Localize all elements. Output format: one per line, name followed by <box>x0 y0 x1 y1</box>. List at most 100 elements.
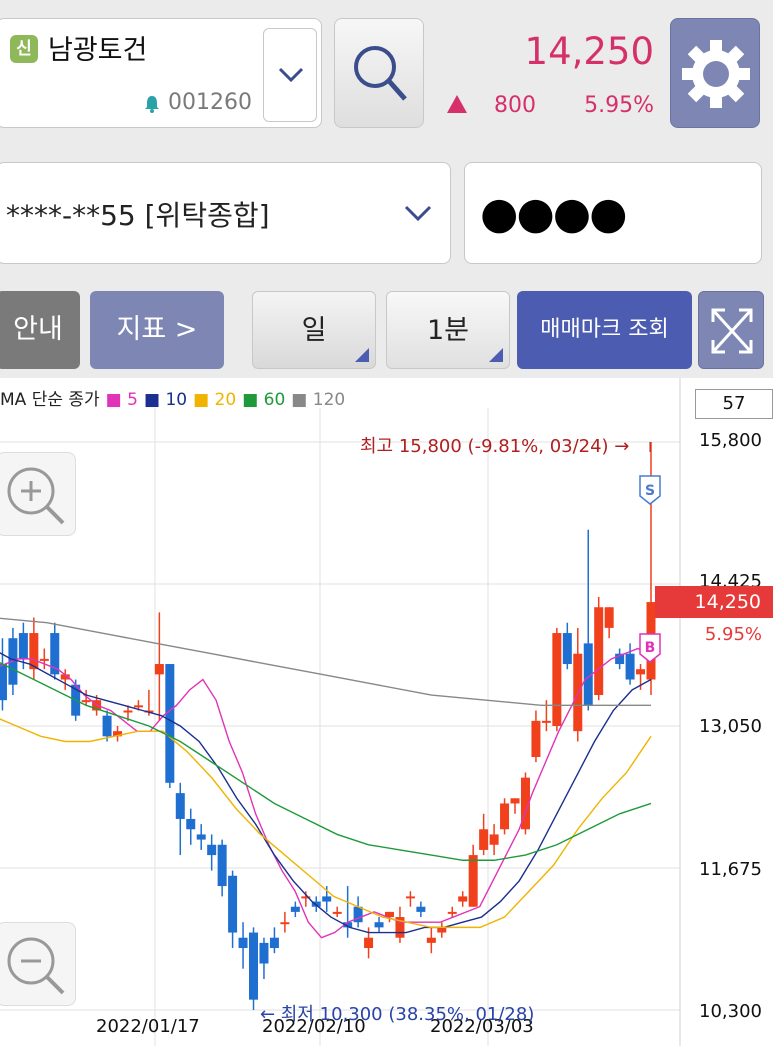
current-price-tag-percent: 5.95% <box>704 624 762 645</box>
candle-body <box>196 834 206 840</box>
legend-prefix: MA 단순 종가 <box>0 390 100 410</box>
candle-body <box>426 937 436 943</box>
chevron-down-icon <box>278 67 304 83</box>
candle-body <box>39 658 49 661</box>
candle-body <box>259 942 269 964</box>
indicator-button[interactable]: 지표 > <box>90 291 224 369</box>
low-annotation: ← 최저 10,300 (38.35%, 01/28) <box>260 1004 535 1025</box>
period-select[interactable]: 일 <box>252 291 376 369</box>
current-price: 14,250 <box>524 30 654 73</box>
legend-ma-60: ■ 60 <box>242 390 285 410</box>
candle-body <box>332 911 342 914</box>
candle-body <box>249 932 259 1000</box>
y-tick-label: 11,675 <box>699 859 762 880</box>
legend-ma-5: ■ 5 <box>106 390 138 410</box>
settings-button[interactable] <box>670 18 760 128</box>
candlestick-chart[interactable]: SB <box>0 378 773 1046</box>
ma-legend: MA 단순 종가 ■ 5 ■ 10 ■ 20 ■ 60 ■ 120 <box>0 385 351 410</box>
candle-body <box>364 937 374 949</box>
candle-body <box>500 803 510 830</box>
candle-body <box>238 937 248 949</box>
candle-body <box>228 875 238 933</box>
candle-body <box>207 844 217 856</box>
candle-body <box>102 715 112 737</box>
price-change: 800 <box>494 93 536 118</box>
candle-body <box>280 922 290 925</box>
up-arrow-icon <box>447 95 467 113</box>
legend-label: 120 <box>312 390 346 410</box>
credit-badge: 신 <box>10 35 38 63</box>
legend-swatch: ■ <box>242 390 259 410</box>
stock-name[interactable]: 남광토건 <box>48 28 147 67</box>
corner-triangle-icon <box>355 348 369 362</box>
gear-icon <box>682 40 750 108</box>
candle-body <box>269 937 279 949</box>
candle-body <box>562 633 572 665</box>
stock-dropdown-button[interactable] <box>263 28 317 122</box>
password-mask: ●●●● <box>480 188 628 239</box>
search-icon <box>354 46 407 101</box>
candle-body <box>154 664 164 675</box>
candle-body <box>552 633 562 726</box>
bell-icon <box>145 96 159 113</box>
candle-body <box>510 798 520 804</box>
candle-count-input[interactable]: 57 <box>695 389 773 419</box>
legend-swatch: ■ <box>143 390 161 410</box>
candle-body <box>186 818 196 830</box>
legend-ma-20: ■ 20 <box>193 390 236 410</box>
expand-icon <box>711 308 753 354</box>
candle-body <box>604 607 614 628</box>
y-tick-label: 15,800 <box>699 430 762 451</box>
candle-body <box>217 844 227 887</box>
candle-body <box>594 607 604 696</box>
trade-mark-button[interactable]: 매매마크 조회 <box>517 291 692 369</box>
current-price-tag: 14,250 <box>655 586 773 618</box>
legend-swatch: ■ <box>193 390 210 410</box>
candle-body <box>531 720 541 757</box>
corner-triangle-icon <box>489 348 503 362</box>
period-label: 일 <box>301 315 327 346</box>
interval-select[interactable]: 1분 <box>386 291 510 369</box>
candle-body <box>416 906 426 912</box>
legend-ma-120: ■ 120 <box>291 390 345 410</box>
candle-body <box>81 700 91 703</box>
candle-body <box>290 906 300 912</box>
candle-body <box>447 911 457 914</box>
candle-body <box>29 633 39 670</box>
search-button[interactable] <box>334 18 424 128</box>
legend-label: 60 <box>263 390 286 410</box>
legend-label: 5 <box>127 390 138 410</box>
zoom-in-icon <box>7 467 65 525</box>
chevron-down-icon <box>404 205 432 222</box>
stock-code: 001260 <box>168 90 252 115</box>
legend-ma-10: ■ 10 <box>144 390 187 410</box>
candle-body <box>123 710 133 713</box>
zoom-out-button[interactable] <box>0 922 76 1006</box>
candle-body <box>0 664 7 701</box>
legend-label: 10 <box>165 390 188 410</box>
candle-body <box>175 793 185 819</box>
candle-body <box>468 855 478 907</box>
expand-button[interactable] <box>698 291 764 369</box>
sell-marker-label: S <box>645 483 655 499</box>
legend-label: 20 <box>214 390 237 410</box>
zoom-out-icon <box>7 937 65 995</box>
candle-body <box>636 669 646 675</box>
x-tick-label: 2022/01/17 <box>96 1016 200 1037</box>
candle-body <box>18 633 28 659</box>
guide-button[interactable]: 안내 <box>0 291 80 369</box>
candle-body <box>322 896 332 902</box>
candle-body <box>479 829 489 850</box>
candle-body <box>374 922 384 928</box>
zoom-in-button[interactable] <box>0 452 76 536</box>
price-change-percent: 5.95% <box>584 93 654 118</box>
interval-label: 1분 <box>426 315 470 346</box>
candle-body <box>133 705 143 708</box>
buy-marker-label: B <box>645 640 656 656</box>
candle-body <box>541 720 551 723</box>
y-tick-label: 13,050 <box>699 716 762 737</box>
y-tick-label: 10,300 <box>699 1001 762 1022</box>
candle-body <box>625 653 635 680</box>
legend-swatch: ■ <box>105 390 122 410</box>
high-annotation: 최고 15,800 (-9.81%, 03/24) → <box>360 436 630 457</box>
